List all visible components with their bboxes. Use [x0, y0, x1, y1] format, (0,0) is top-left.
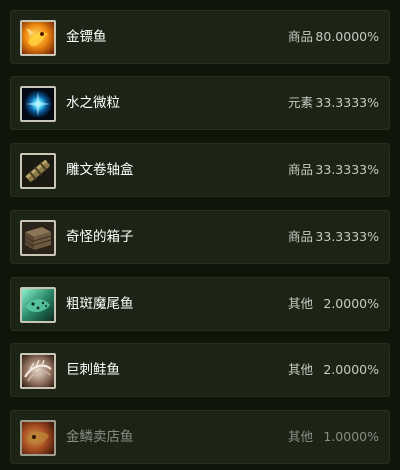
item-type: 其他: [287, 429, 313, 444]
item-type: 商品: [287, 29, 313, 44]
list-item[interactable]: 金镖鱼 商品 80.0000%: [10, 10, 390, 64]
goldscale-fish-icon: [20, 420, 56, 456]
list-item[interactable]: 雕文卷轴盒 商品 33.3333%: [10, 143, 390, 197]
item-name: 奇怪的箱子: [66, 229, 134, 245]
spiny-salmon-icon: [20, 353, 56, 389]
goldfin-fish-icon: [20, 20, 56, 56]
item-type: 其他: [287, 296, 313, 311]
item-name: 金鳞卖店鱼: [66, 429, 134, 445]
item-name: 巨刺鲑鱼: [66, 362, 120, 378]
drop-chance: 33.3333%: [315, 229, 379, 244]
list-item[interactable]: 奇怪的箱子 商品 33.3333%: [10, 210, 390, 264]
item-name: 雕文卷轴盒: [66, 162, 134, 178]
item-name: 水之微粒: [66, 95, 120, 111]
drop-chance: 2.0000%: [323, 362, 379, 377]
loot-list: 金镖鱼 商品 80.0000% 水之微粒 元素 33.3333% 雕文卷轴盒 商…: [0, 0, 400, 470]
list-item[interactable]: 水之微粒 元素 33.3333%: [10, 76, 390, 130]
item-type: 元素: [287, 95, 313, 110]
drop-chance: 1.0000%: [323, 429, 379, 444]
item-name: 金镖鱼: [66, 29, 107, 45]
list-item[interactable]: 巨刺鲑鱼 其他 2.0000%: [10, 343, 390, 397]
drop-chance: 2.0000%: [323, 296, 379, 311]
strange-crate-icon: [20, 220, 56, 256]
item-type: 商品: [287, 229, 313, 244]
list-item[interactable]: 粗斑魔尾鱼 其他 2.0000%: [10, 277, 390, 331]
item-type: 商品: [287, 162, 313, 177]
item-name: 粗斑魔尾鱼: [66, 296, 134, 312]
mote-of-water-icon: [20, 86, 56, 122]
item-type: 其他: [287, 362, 313, 377]
list-item[interactable]: 金鳞卖店鱼 其他 1.0000%: [10, 410, 390, 464]
drop-chance: 80.0000%: [315, 29, 379, 44]
drop-chance: 33.3333%: [315, 95, 379, 110]
spotted-fish-icon: [20, 287, 56, 323]
drop-chance: 33.3333%: [315, 162, 379, 177]
scroll-case-icon: [20, 153, 56, 189]
